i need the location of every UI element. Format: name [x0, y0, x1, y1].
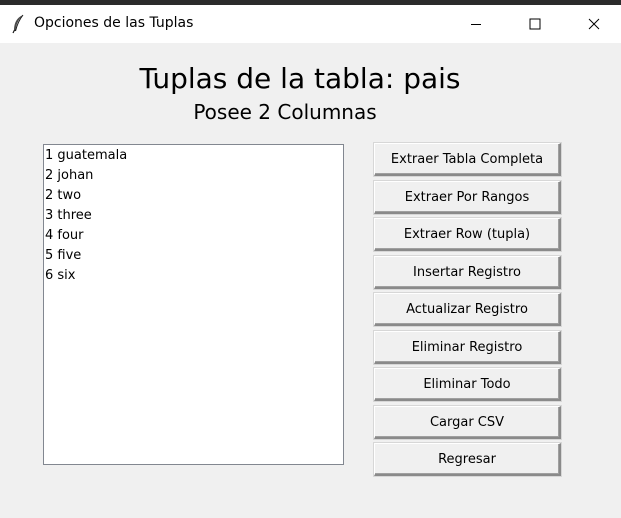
list-item[interactable]: 2 two	[45, 186, 343, 206]
back-button[interactable]: Regresar	[374, 443, 561, 476]
page-title: Tuplas de la tabla: pais	[139, 62, 461, 95]
insert-record-button[interactable]: Insertar Registro	[374, 256, 561, 289]
list-item[interactable]: 6 six	[45, 266, 343, 286]
window-client-area: Tuplas de la tabla: pais Posee 2 Columna…	[0, 43, 621, 518]
tuples-listbox[interactable]: 1 guatemala 2 johan 2 two 3 three 4 four…	[43, 144, 344, 465]
list-item[interactable]: 4 four	[45, 226, 343, 246]
feather-icon	[11, 14, 25, 34]
maximize-icon	[529, 18, 541, 30]
window-titlebar[interactable]: Opciones de las Tuplas	[0, 5, 621, 43]
delete-all-button[interactable]: Eliminar Todo	[374, 368, 561, 401]
list-item[interactable]: 1 guatemala	[45, 146, 343, 166]
minimize-button[interactable]	[453, 5, 499, 43]
extract-by-ranges-button[interactable]: Extraer Por Rangos	[374, 181, 561, 214]
close-button[interactable]	[571, 5, 617, 43]
window-title: Opciones de las Tuplas	[34, 15, 194, 31]
update-record-button[interactable]: Actualizar Registro	[374, 293, 561, 326]
extract-row-button[interactable]: Extraer Row (tupla)	[374, 218, 561, 251]
close-icon	[588, 18, 600, 30]
maximize-button[interactable]	[512, 5, 558, 43]
list-item[interactable]: 2 johan	[45, 166, 343, 186]
load-csv-button[interactable]: Cargar CSV	[374, 406, 561, 439]
column-count-label: Posee 2 Columnas	[193, 100, 377, 124]
extract-full-table-button[interactable]: Extraer Tabla Completa	[374, 143, 561, 176]
list-item[interactable]: 5 five	[45, 246, 343, 266]
list-item[interactable]: 3 three	[45, 206, 343, 226]
minimize-icon	[471, 24, 481, 25]
delete-record-button[interactable]: Eliminar Registro	[374, 331, 561, 364]
